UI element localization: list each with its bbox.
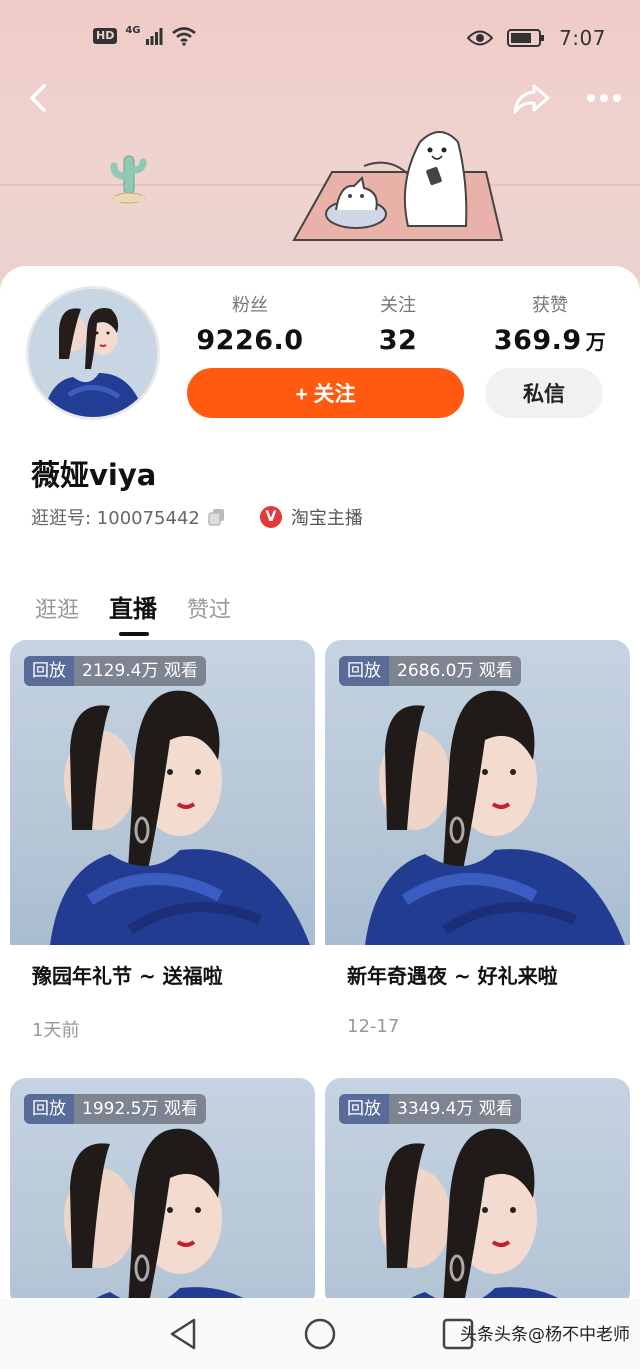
- video-thumbnail: 回放 3349.4万 观看: [325, 1078, 630, 1308]
- video-card[interactable]: 回放 3349.4万 观看: [325, 1078, 630, 1308]
- status-bar-left: HD 4G: [93, 24, 197, 46]
- video-card[interactable]: 回放 2129.4万 观看 豫园年礼节 ~ 送福啦 1天前: [10, 640, 315, 1068]
- replay-badge: 回放 1992.5万 观看: [24, 1094, 206, 1124]
- stat-following[interactable]: 关注 32: [358, 294, 438, 364]
- video-thumbnail: 回放 2686.0万 观看: [325, 640, 630, 945]
- status-bar: HD 4G 7:07: [0, 0, 640, 76]
- watermark: 头条头条@杨不中老师: [460, 1325, 630, 1345]
- network-type: 4G: [125, 24, 141, 36]
- battery-icon: [507, 29, 545, 47]
- wifi-icon: [171, 27, 196, 46]
- replay-tag: 回放: [339, 1094, 389, 1124]
- stat-likes-number: 369.9: [493, 325, 582, 356]
- profile-stats: 粉丝 9226.0 万 关注 32 获赞 369.9万: [190, 294, 610, 400]
- follow-button[interactable]: + 关注: [187, 368, 464, 418]
- role-badge: V 淘宝主播: [259, 504, 363, 530]
- profile-banner: HD 4G 7:07: [0, 0, 640, 300]
- account-id: 逛逛号: 100075442: [31, 508, 200, 529]
- content-tabs: 逛逛 直播 赞过: [35, 584, 261, 636]
- stat-likes-unit: 万: [585, 330, 607, 354]
- avatar-portrait: [29, 289, 157, 417]
- replay-tag: 回放: [24, 1094, 74, 1124]
- video-title: 豫园年礼节 ~ 送福啦: [32, 964, 223, 988]
- replay-badge: 回放 3349.4万 观看: [339, 1094, 521, 1124]
- stat-following-label: 关注: [380, 295, 416, 316]
- stat-following-value: 32: [378, 325, 418, 356]
- nav-back-icon[interactable]: [166, 1316, 202, 1352]
- replay-badge: 回放 2129.4万 观看: [24, 656, 206, 686]
- ghost-cat-illustration: [292, 131, 504, 241]
- hd-indicator: HD: [93, 28, 118, 44]
- signal-icon: [145, 28, 163, 45]
- stat-fans-number: 9226.0: [196, 325, 304, 356]
- tab-live[interactable]: 直播: [109, 589, 157, 636]
- video-time: 1天前: [32, 1020, 80, 1041]
- stat-fans-label: 粉丝: [232, 295, 268, 316]
- copy-icon[interactable]: [208, 508, 226, 526]
- account-id-row: 逛逛号: 100075442 V 淘宝主播: [31, 504, 363, 530]
- message-button[interactable]: 私信: [485, 368, 603, 418]
- view-count: 2686.0万 观看: [389, 656, 521, 686]
- taobao-anchor-icon: V: [259, 506, 282, 528]
- video-time: 12-17: [347, 1016, 400, 1037]
- stat-likes-value: 369.9 万: [490, 318, 610, 365]
- eye-icon: [467, 30, 494, 46]
- system-navigation-bar: 头条头条@杨不中老师: [0, 1298, 640, 1369]
- video-thumbnail: 回放 2129.4万 观看: [10, 640, 315, 945]
- view-count: 2129.4万 观看: [74, 656, 206, 686]
- username: 薇娅viya: [31, 458, 157, 492]
- cactus-illustration: [110, 155, 147, 204]
- stat-likes-label: 获赞: [532, 295, 568, 316]
- stat-likes[interactable]: 获赞 369.9 万: [490, 294, 610, 365]
- replay-tag: 回放: [339, 656, 389, 686]
- video-card[interactable]: 回放 2686.0万 观看 新年奇遇夜 ~ 好礼来啦 12-17: [325, 640, 630, 1068]
- view-count: 1992.5万 观看: [74, 1094, 206, 1124]
- avatar[interactable]: [26, 286, 160, 420]
- video-thumbnail: 回放 1992.5万 观看: [10, 1078, 315, 1308]
- share-icon[interactable]: [512, 80, 552, 116]
- nav-home-icon[interactable]: [302, 1316, 338, 1352]
- status-time: 7:07: [559, 26, 606, 50]
- more-icon[interactable]: [586, 92, 622, 104]
- tab-liked[interactable]: 赞过: [187, 592, 231, 624]
- replay-tag: 回放: [24, 656, 74, 686]
- view-count: 3349.4万 观看: [389, 1094, 521, 1124]
- video-card[interactable]: 回放 1992.5万 观看: [10, 1078, 315, 1308]
- video-title: 新年奇遇夜 ~ 好礼来啦: [347, 964, 558, 988]
- tab-browse[interactable]: 逛逛: [35, 592, 79, 624]
- status-bar-right: 7:07: [467, 26, 606, 50]
- role-label: 淘宝主播: [290, 508, 363, 529]
- back-icon[interactable]: [24, 82, 52, 114]
- replay-badge: 回放 2686.0万 观看: [339, 656, 521, 686]
